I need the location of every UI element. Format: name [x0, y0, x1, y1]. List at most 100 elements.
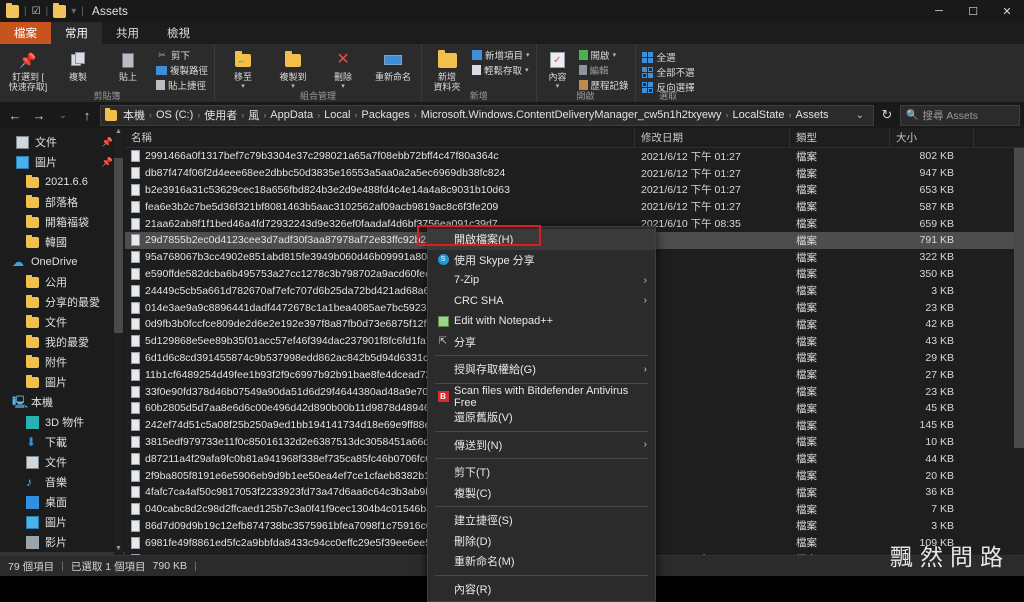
menu-item-crcsha[interactable]: CRC SHA › [428, 291, 655, 312]
breadcrumb-dropdown-icon[interactable]: ⌄ [851, 110, 869, 121]
chevron-down-icon[interactable]: ▾ [525, 66, 529, 74]
window-controls[interactable]: ─ ☐ ✕ [922, 0, 1024, 22]
sidebar-item-item4[interactable]: 開箱福袋 [0, 212, 125, 232]
table-row[interactable]: b2e3916a31c53629cec18a656fbd824b3e2d9e48… [125, 182, 1024, 199]
tab-home[interactable]: 常用 [51, 22, 102, 44]
properties-button[interactable]: ✓ 內容 ▾ [541, 47, 575, 90]
menu-item-skype[interactable]: S 使用 Skype 分享 [428, 250, 655, 271]
menu-item-r[interactable]: 內容(R) [428, 579, 655, 600]
scrollbar-thumb[interactable] [114, 158, 123, 333]
scroll-up-icon[interactable]: ▲ [114, 128, 123, 140]
select-all-button[interactable]: 全選 [640, 50, 697, 64]
paste-button[interactable]: 貼上 [104, 47, 152, 82]
chevron-down-icon[interactable]: ▾ [241, 82, 245, 90]
tab-share[interactable]: 共用 [102, 22, 153, 44]
column-header-date[interactable]: 修改日期 [635, 128, 790, 148]
sidebar-item-item12[interactable]: 圖片 [0, 372, 125, 392]
delete-button[interactable]: ✕ 刪除 ▾ [319, 47, 367, 91]
sidebar-item-item10[interactable]: 我的最愛 [0, 332, 125, 352]
menu-item-s[interactable]: 建立捷徑(S) [428, 510, 655, 531]
sidebar-item-202166[interactable]: 2021.6.6 [0, 172, 125, 192]
paste-shortcut-button[interactable]: 貼上捷徑 [154, 78, 210, 92]
breadcrumb-bar[interactable]: 本機 › OS (C:) › 使用者 › 風 › AppData › Local › Packages ›… [100, 104, 874, 126]
back-button[interactable]: ← [4, 104, 26, 126]
file-name-cell[interactable]: fea6e3b2c7be5d36f321bf8081463b5aac310256… [125, 200, 635, 213]
quick-access-toolbar[interactable]: | ☑ | ▾ | [6, 2, 84, 18]
move-to-button[interactable]: ← 移至 ▾ [219, 47, 267, 90]
table-row[interactable]: fea6e3b2c7be5d36f321bf8081463b5aac310256… [125, 198, 1024, 215]
tab-view[interactable]: 檢視 [153, 22, 204, 44]
chevron-down-icon[interactable]: ▾ [556, 82, 560, 90]
breadcrumb-item[interactable]: 使用者 [201, 107, 240, 123]
new-folder-button[interactable]: 新增 資料夾 [426, 47, 468, 92]
context-menu[interactable]: 開啟檔案(H) S 使用 Skype 分享 7-Zip › CRC SHA › Edit wi… [427, 226, 656, 602]
copy-path-button[interactable]: 複製路徑 [154, 63, 210, 77]
history-button[interactable]: 歷程記錄 [577, 78, 631, 92]
chevron-down-icon[interactable]: ▾ [291, 82, 295, 90]
minimize-button[interactable]: ─ [922, 0, 956, 22]
sidebar-item-item9[interactable]: 文件 [0, 312, 125, 332]
search-input[interactable]: 搜尋 Assets [922, 108, 977, 123]
breadcrumb-item[interactable]: OS (C:) [153, 109, 196, 121]
menu-item-m[interactable]: 重新命名(M) [428, 551, 655, 572]
pin-icon[interactable]: 📌 [102, 157, 113, 168]
column-header-size[interactable]: 大小 [890, 128, 974, 148]
up-button[interactable]: ↑ [76, 104, 98, 126]
menu-item-scanfileswithbitdefenderantivirusfree[interactable]: B Scan files with Bitdefender Antivirus F… [428, 385, 655, 409]
sidebar-item-item0[interactable]: 文件 📌 [0, 132, 125, 152]
close-button[interactable]: ✕ [990, 0, 1024, 22]
breadcrumb-item[interactable]: 風 [245, 107, 262, 123]
breadcrumb-item[interactable]: 本機 [120, 107, 148, 123]
breadcrumb-item[interactable]: LocalState [730, 109, 788, 121]
sidebar-item-item18[interactable]: 桌面 [0, 492, 125, 512]
search-box[interactable]: 🔍 搜尋 Assets [900, 104, 1020, 126]
chevron-down-icon[interactable]: ▾ [526, 51, 530, 59]
navpane-scrollbar[interactable]: ▲ ▼ [114, 128, 123, 557]
sidebar-item-item17[interactable]: ♪ 音樂 [0, 472, 125, 492]
sidebar-item-item16[interactable]: 文件 [0, 452, 125, 472]
sidebar-item-onedrive[interactable]: ☁ OneDrive [0, 252, 125, 272]
checkmark-icon[interactable]: ☑ [32, 6, 41, 17]
open-button[interactable]: 開啟 ▾ [577, 48, 631, 62]
rename-button[interactable]: 重新命名 [369, 47, 417, 82]
scrollbar-thumb[interactable] [1014, 148, 1024, 448]
breadcrumb-item[interactable]: Microsoft.Windows.ContentDeliveryManager… [418, 109, 725, 121]
file-name-cell[interactable]: db87f474f06f2d4eee68ee2dbbc50d3835e16553… [125, 167, 635, 180]
sidebar-item-item8[interactable]: 分享的最愛 [0, 292, 125, 312]
sidebar-item-item11[interactable]: 附件 [0, 352, 125, 372]
sidebar-item-item15[interactable]: ⬇ 下載 [0, 432, 125, 452]
menu-item-n[interactable]: 傳送到(N) › [428, 435, 655, 456]
breadcrumb-item[interactable]: Assets [792, 109, 831, 121]
sidebar-item-item19[interactable]: 圖片 [0, 512, 125, 532]
chevron-down-icon[interactable]: ▾ [341, 82, 345, 90]
ribbon-tab-bar[interactable]: 檔案 常用 共用 檢視 [0, 22, 1024, 44]
sidebar-item-item13[interactable]: 🖳 本機 [0, 392, 125, 412]
refresh-button[interactable]: ↻ [876, 104, 898, 126]
menu-item-[interactable]: ⇱ 分享 [428, 332, 655, 353]
select-none-button[interactable]: 全部不選 [640, 65, 697, 79]
menu-item-d[interactable]: 刪除(D) [428, 531, 655, 552]
filelist-scrollbar[interactable] [1014, 148, 1024, 557]
maximize-button[interactable]: ☐ [956, 0, 990, 22]
recent-locations-button[interactable]: ⌄ [52, 104, 74, 126]
menu-item-7zip[interactable]: 7-Zip › [428, 270, 655, 291]
file-name-cell[interactable]: 2991466a0f1317bef7c79b3304e37c298021a65a… [125, 150, 635, 163]
file-name-cell[interactable]: b2e3916a31c53629cec18a656fbd824b3e2d9e48… [125, 183, 635, 196]
sidebar-item-item20[interactable]: 影片 [0, 532, 125, 552]
sidebar-item-item1[interactable]: 圖片 📌 [0, 152, 125, 172]
column-header-name[interactable]: 名稱 [125, 128, 635, 148]
breadcrumb-item[interactable]: Packages [358, 109, 412, 121]
menu-item-t[interactable]: 剪下(T) [428, 462, 655, 483]
edit-button[interactable]: 編輯 [577, 63, 631, 77]
sidebar-item-3d[interactable]: 3D 物件 [0, 412, 125, 432]
sidebar-item-item5[interactable]: 韓國 [0, 232, 125, 252]
cut-button[interactable]: ✂ 剪下 [154, 48, 210, 63]
column-header-type[interactable]: 類型 [790, 128, 890, 148]
pin-to-quick-access-button[interactable]: 📌 釘選到 [ 快速存取] [4, 47, 52, 93]
breadcrumb-item[interactable]: Local [321, 109, 353, 121]
folder-icon[interactable] [53, 2, 67, 18]
table-row[interactable]: 2991466a0f1317bef7c79b3304e37c298021a65a… [125, 148, 1024, 165]
copy-button[interactable]: 複製 [54, 47, 102, 82]
tab-file[interactable]: 檔案 [0, 22, 51, 44]
column-headers[interactable]: 名稱 修改日期 類型 大小 [125, 128, 1024, 148]
